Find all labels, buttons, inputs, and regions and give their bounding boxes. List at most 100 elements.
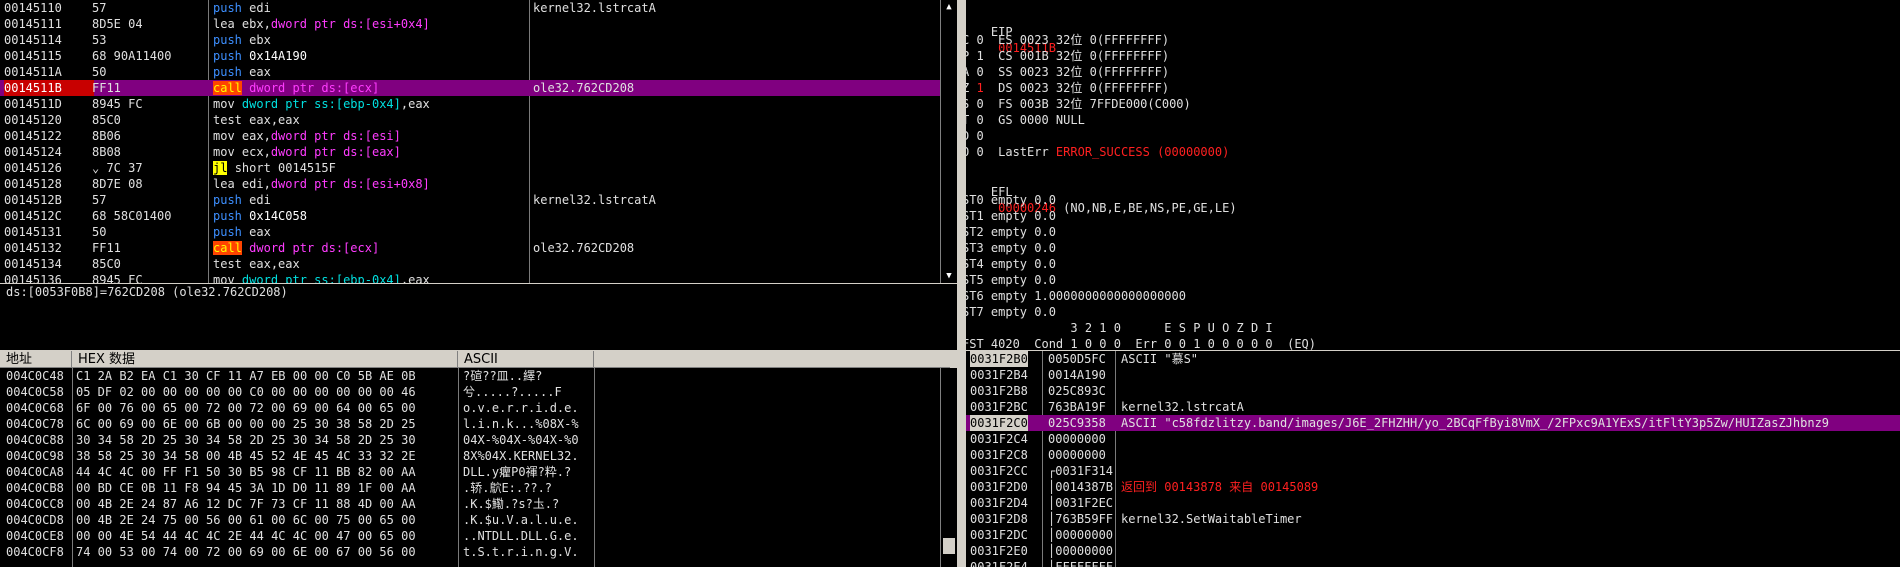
dump-row[interactable]: 004C0CD8 00 4B 2E 24 75 00 56 00 61 00 6C… [0,512,940,528]
dump-row[interactable]: 004C0CF8 74 00 53 00 74 00 72 00 69 00 6E… [0,544,940,560]
disasm-row[interactable]: 00145122 8B06 mov eax,dword ptr ds:[esi] [0,128,940,144]
dump-scrollbar[interactable] [940,368,957,567]
disasm-address[interactable]: 0014512C [4,208,94,224]
disasm-row[interactable]: 00145124 8B08 mov ecx,dword ptr ds:[eax] [0,144,940,160]
dump-row[interactable]: 004C0C88 30 34 58 2D 25 30 34 58 2D 25 30… [0,432,940,448]
disasm-address[interactable]: 00145134 [4,256,94,272]
dump-row[interactable]: 004C0C68 6F 00 76 00 65 00 72 00 72 00 69… [0,400,940,416]
disasm-row[interactable]: 0014512C 68 58C01400 push 0x14C058 [0,208,940,224]
disasm-address[interactable]: 00145120 [4,112,94,128]
disasm-row[interactable]: 00145111 8D5E 04 lea ebx,dword ptr ds:[esi… [0,16,940,32]
scroll-down-icon[interactable]: ▼ [944,271,954,281]
dump-row[interactable]: 004C0C48 C1 2A B2 EA C1 30 CF 11 A7 EB 00… [0,368,940,384]
disasm-address[interactable]: 00145131 [4,224,94,240]
disasm-bytes: FF11 [92,241,121,255]
disassembly-pane[interactable]: 00145110 57 push edi kernel32.lstrcatA 00145… [0,0,940,283]
disasm-address[interactable]: 00145136 [4,272,94,283]
dump-row[interactable]: 004C0CA8 44 4C 4C 00 FF F1 50 30 B5 98 CF… [0,464,940,480]
fpu-rows: ST0 empty 0.0 ST1 empty 0.0 ST2 empty 0.0 S… [958,192,1900,320]
stack-row[interactable]: 0031F2CC ┌0031F314 [966,463,1900,479]
dump-row[interactable]: 004C0CB8 00 BD CE 0B 11 F8 94 45 3A 1D D0… [0,480,940,496]
eip-row[interactable]: EIP 0014511B [958,8,1900,55]
stack-row[interactable]: 0031F2BC 763BA19F kernel32.lstrcatA [966,399,1900,415]
disasm-address[interactable]: 00145126 [4,160,94,176]
registers-pane[interactable]: EIP 0014511B C 0 ES 0023 32位 0(FFFFFFFF)… [958,0,1900,350]
disasm-row[interactable]: 00145126 ⌄ 7C 37 jl short 0014515F [0,160,940,176]
disasm-row[interactable]: 00145120 85C0 test eax,eax [0,112,940,128]
flag-row[interactable]: O 0 LastErr ERROR_SUCCESS (00000000) [958,144,1900,160]
fpu-register-row[interactable]: ST7 empty 0.0 [958,304,1900,320]
stack-pane[interactable]: 0031F2B0 0050D5FC ASCII "慕S" 0031F2B4 0014A1… [966,351,1900,567]
stack-row[interactable]: 0031F2D4 │0031F2EC [966,495,1900,511]
dump-row[interactable]: 004C0CC8 00 4B 2E 24 87 A6 12 DC 7F 73 CF… [0,496,940,512]
dump-row[interactable]: 004C0C98 38 58 25 30 34 58 00 4B 45 52 4E… [0,448,940,464]
stack-row[interactable]: 0031F2D0 │0014387B 返回到 00143878 来自 0014508… [966,479,1900,495]
stack-row[interactable]: 0031F2C0 025C9358 ASCII "c58fdzlitzy.band/… [966,415,1900,431]
disasm-row[interactable]: 0014511D 8945 FC mov dword ptr ss:[ebp-0x4… [0,96,940,112]
disasm-row[interactable]: 00145128 8D7E 08 lea edi,dword ptr ds:[esi… [0,176,940,192]
disasm-address[interactable]: 0014511A [4,64,94,80]
stack-row[interactable]: 0031F2E4 │FFFFFFFF [966,559,1900,567]
flag-row[interactable]: C 0 ES 0023 32位 0(FFFFFFFF) [958,32,1900,48]
dump-rows: 004C0C48 C1 2A B2 EA C1 30 CF 11 A7 EB 00… [0,368,940,560]
flag-row[interactable]: D 0 [958,128,1900,144]
disasm-row[interactable]: 00145134 85C0 test eax,eax [0,256,940,272]
disasm-address[interactable]: 00145122 [4,128,94,144]
disasm-address[interactable]: 00145132 [4,240,94,256]
dump-row[interactable]: 004C0C78 6C 00 69 00 6E 00 6B 00 00 00 25… [0,416,940,432]
fpu-register-row[interactable]: ST3 empty 0.0 [958,240,1900,256]
flag-row[interactable]: A 0 SS 0023 32位 0(FFFFFFFF) [958,64,1900,80]
disasm-row[interactable]: 00145136 8945 FC mov dword ptr ss:[ebp-0x4… [0,272,940,283]
disasm-address[interactable]: 00145124 [4,144,94,160]
flag-row[interactable]: S 0 FS 003B 32位 7FFDE000(C000) [958,96,1900,112]
disasm-address[interactable]: 00145114 [4,32,94,48]
fpu-register-row[interactable]: ST0 empty 0.0 [958,192,1900,208]
fpu-register-row[interactable]: ST6 empty 1.0000000000000000000 [958,288,1900,304]
disassembly-scrollbar[interactable]: ▲ ▼ [940,0,957,283]
disasm-address[interactable]: 0014511D [4,96,94,112]
disasm-row[interactable]: 00145110 57 push edi kernel32.lstrcatA [0,0,940,16]
dump-row[interactable]: 004C0CE8 00 00 4E 54 44 4C 4C 2E 44 4C 4C… [0,528,940,544]
disasm-instruction: push 0x14C058 [213,208,531,224]
disasm-address[interactable]: 00145111 [4,16,94,32]
info-line: ds:[0053F0B8]=762CD208 (ole32.762CD208) [6,285,288,299]
disasm-row[interactable]: 0014512B 57 push edi kernel32.lstrcatA [0,192,940,208]
disasm-row[interactable]: 00145131 50 push eax [0,224,940,240]
disasm-address[interactable]: 00145128 [4,176,94,192]
stack-row[interactable]: 0031F2DC │00000000 [966,527,1900,543]
flag-row[interactable]: T 0 GS 0000 NULL [958,112,1900,128]
disasm-address[interactable]: 0014511B [4,80,94,96]
disasm-row[interactable]: 0014511B FF11 call dword ptr ds:[ecx] ole32… [0,80,940,96]
dump-header-ascii[interactable]: ASCII [458,351,594,368]
disasm-row[interactable]: 00145132 FF11 call dword ptr ds:[ecx] ole32… [0,240,940,256]
efl-row[interactable]: EFL 00000246 (NO,NB,E,BE,NS,PE,GE,LE) [958,168,1900,215]
dump-ascii: 兮.....?.....F [463,385,562,399]
disasm-address[interactable]: 00145115 [4,48,94,64]
scroll-thumb[interactable] [943,538,955,554]
dump-header-address[interactable]: 地址 [0,351,72,368]
flag-row[interactable]: Z 1 DS 0023 32位 0(FFFFFFFF) [958,80,1900,96]
disasm-row[interactable]: 0014511A 50 push eax [0,64,940,80]
vertical-splitter[interactable] [957,0,966,567]
stack-row[interactable]: 0031F2C8 00000000 [966,447,1900,463]
stack-row[interactable]: 0031F2D8 │763B59FF kernel32.SetWaitableTim… [966,511,1900,527]
dump-row[interactable]: 004C0C58 05 DF 02 00 00 00 00 00 C0 00 00… [0,384,940,400]
disasm-row[interactable]: 00145115 68 90A11400 push 0x14A190 [0,48,940,64]
dump-header-hex[interactable]: HEX 数据 [72,351,458,368]
stack-row[interactable]: 0031F2E0 │00000000 [966,543,1900,559]
flag-row[interactable]: P 1 CS 001B 32位 0(FFFFFFFF) [958,48,1900,64]
fpu-register-row[interactable]: ST1 empty 0.0 [958,208,1900,224]
fpu-register-row[interactable]: ST5 empty 0.0 [958,272,1900,288]
stack-row[interactable]: 0031F2B8 025C893C [966,383,1900,399]
disasm-row[interactable]: 00145114 53 push ebx [0,32,940,48]
fpu-register-row[interactable]: ST4 empty 0.0 [958,256,1900,272]
disasm-address[interactable]: 00145110 [4,0,94,16]
dump-pane[interactable]: 004C0C48 C1 2A B2 EA C1 30 CF 11 A7 EB 00… [0,368,940,567]
stack-row[interactable]: 0031F2B0 0050D5FC ASCII "慕S" [966,351,1900,367]
stack-row[interactable]: 0031F2C4 00000000 [966,431,1900,447]
scroll-up-icon[interactable]: ▲ [944,2,954,12]
stack-row[interactable]: 0031F2B4 0014A190 [966,367,1900,383]
disasm-address[interactable]: 0014512B [4,192,94,208]
fpu-register-row[interactable]: ST2 empty 0.0 [958,224,1900,240]
stack-address: 0031F2C8 [970,448,1028,462]
